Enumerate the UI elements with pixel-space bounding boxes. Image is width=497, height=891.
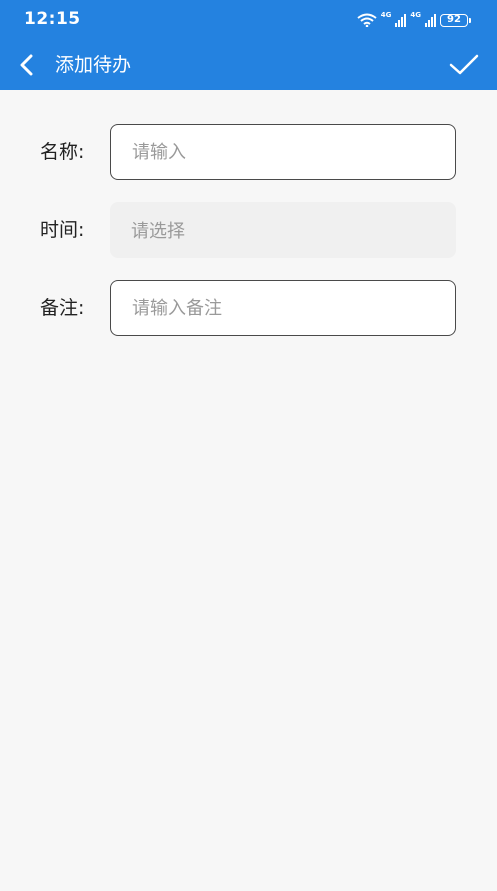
cellular-signal-icon <box>425 13 436 27</box>
note-row: 备注: <box>0 280 497 336</box>
checkmark-icon <box>449 54 479 75</box>
name-label: 名称: <box>40 141 85 163</box>
wifi-icon <box>357 13 377 27</box>
back-button[interactable] <box>10 50 44 80</box>
note-label: 备注: <box>40 297 85 319</box>
status-bar: 12:15 4G 4G 92 <box>0 0 497 40</box>
name-row: 名称: <box>0 124 497 180</box>
time-select-placeholder: 请选择 <box>131 221 185 242</box>
battery-icon: 92 <box>440 13 471 27</box>
note-input[interactable] <box>110 280 456 336</box>
time-row: 时间: 请选择 <box>0 202 497 258</box>
time-select[interactable]: 请选择 <box>110 202 456 258</box>
title-bar: 添加待办 <box>0 40 497 90</box>
cellular-signal-icon <box>395 13 407 27</box>
battery-level: 92 <box>440 13 468 27</box>
status-time: 12:15 <box>24 9 81 29</box>
network-type-label: 4G <box>380 10 392 19</box>
chevron-left-icon <box>20 54 33 76</box>
time-label: 时间: <box>40 219 85 241</box>
network-type-label: 4G <box>410 10 421 19</box>
confirm-button[interactable] <box>447 50 481 80</box>
status-icons: 4G 4G 92 <box>357 10 471 30</box>
name-input[interactable] <box>110 124 456 180</box>
page-title: 添加待办 <box>55 54 132 76</box>
